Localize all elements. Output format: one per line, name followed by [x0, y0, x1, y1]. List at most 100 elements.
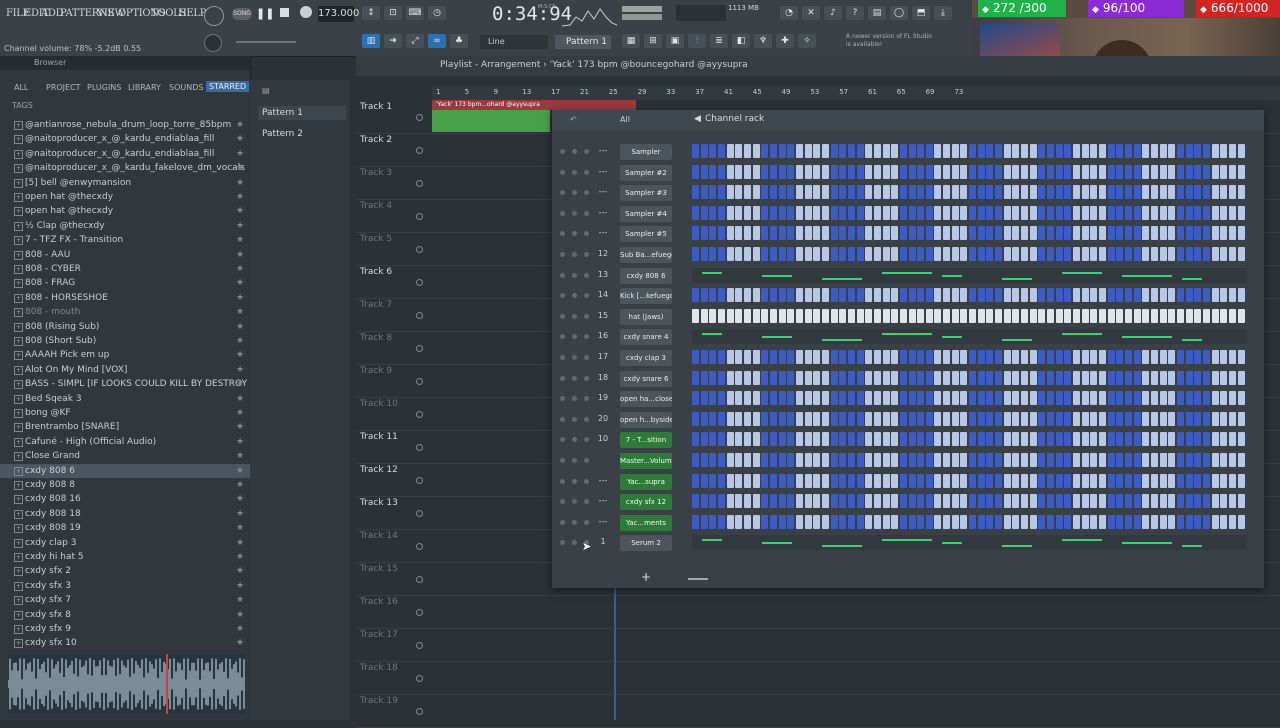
- step-button[interactable]: [873, 370, 881, 385]
- step-button[interactable]: [1150, 144, 1158, 158]
- step-button[interactable]: [743, 164, 751, 179]
- step-button[interactable]: [1176, 391, 1184, 406]
- step-button[interactable]: [1012, 514, 1020, 529]
- step-button[interactable]: [1220, 226, 1228, 241]
- step-button[interactable]: [795, 453, 803, 467]
- step-sequencer[interactable]: [692, 185, 1247, 200]
- step-button[interactable]: [865, 453, 873, 467]
- step-button[interactable]: [1125, 453, 1132, 467]
- step-button[interactable]: [813, 164, 821, 179]
- step-button[interactable]: [925, 370, 933, 385]
- step-button[interactable]: [761, 205, 769, 220]
- step-button[interactable]: [865, 247, 873, 261]
- step-button[interactable]: [1064, 350, 1072, 364]
- step-button[interactable]: [717, 473, 725, 488]
- step-button[interactable]: [1038, 453, 1046, 467]
- channel-name-button[interactable]: Sampler: [620, 144, 672, 160]
- step-button[interactable]: [899, 350, 907, 364]
- step-button[interactable]: [917, 144, 925, 158]
- update-notice[interactable]: A newer version of FL Studio is availabl…: [846, 33, 938, 49]
- step-button[interactable]: [787, 370, 795, 385]
- step-button[interactable]: [986, 411, 994, 426]
- expand-icon[interactable]: +: [14, 164, 23, 174]
- step-button[interactable]: [726, 350, 734, 364]
- step-button[interactable]: [1194, 432, 1202, 447]
- step-button[interactable]: [778, 205, 786, 220]
- step-button[interactable]: [865, 185, 873, 200]
- step-button[interactable]: [977, 514, 985, 529]
- step-button[interactable]: [735, 514, 743, 529]
- step-button[interactable]: [1237, 247, 1245, 261]
- step-button[interactable]: [735, 247, 743, 261]
- browser-tab-plugins[interactable]: PLUGINS: [87, 83, 121, 92]
- step-button[interactable]: [1116, 473, 1124, 488]
- rack-menu-icon[interactable]: ↶: [570, 115, 577, 124]
- step-button[interactable]: [977, 473, 985, 488]
- step-button[interactable]: [1073, 288, 1081, 303]
- step-button[interactable]: [951, 308, 959, 323]
- step-button[interactable]: [1090, 411, 1098, 426]
- step-button[interactable]: [1185, 514, 1193, 529]
- step-button[interactable]: [847, 494, 855, 509]
- step-button[interactable]: [692, 226, 699, 241]
- mixer-track-number[interactable]: ---: [596, 187, 610, 196]
- step-button[interactable]: [960, 370, 968, 385]
- pan-knob-icon[interactable]: [572, 478, 577, 484]
- pattern-song-toggle[interactable]: SONG: [232, 8, 252, 20]
- step-button[interactable]: [821, 185, 829, 200]
- pan-knob-icon[interactable]: [572, 190, 577, 196]
- volume-knob-icon[interactable]: [584, 210, 589, 216]
- step-button[interactable]: [873, 247, 881, 261]
- step-button[interactable]: [1099, 370, 1107, 385]
- step-button[interactable]: [1047, 308, 1055, 323]
- step-button[interactable]: [769, 473, 777, 488]
- step-button[interactable]: [1142, 432, 1150, 447]
- step-button[interactable]: [882, 494, 890, 509]
- channel-name-button[interactable]: Yac...supra: [620, 473, 672, 490]
- step-button[interactable]: [891, 247, 899, 261]
- step-button[interactable]: [752, 288, 760, 303]
- step-button[interactable]: [769, 205, 777, 220]
- step-button[interactable]: [986, 185, 994, 200]
- step-button[interactable]: [1099, 164, 1107, 179]
- volume-knob-icon[interactable]: [584, 375, 589, 381]
- step-button[interactable]: [908, 411, 916, 426]
- step-button[interactable]: [1107, 288, 1115, 303]
- step-button[interactable]: [1012, 453, 1020, 467]
- browser-tab-starred[interactable]: STARRED: [206, 81, 250, 92]
- step-button[interactable]: [743, 144, 751, 158]
- step-button[interactable]: [1073, 205, 1081, 220]
- track-mute-led[interactable]: [416, 147, 423, 154]
- step-button[interactable]: [1211, 185, 1219, 200]
- step-button[interactable]: [1003, 391, 1011, 406]
- step-button[interactable]: [692, 350, 699, 364]
- step-button[interactable]: [1081, 185, 1089, 200]
- step-button[interactable]: [830, 185, 838, 200]
- step-button[interactable]: [1150, 514, 1158, 529]
- channel-name-button[interactable]: Sampler #4: [620, 205, 672, 222]
- step-button[interactable]: [726, 205, 734, 220]
- step-sequencer[interactable]: [692, 288, 1247, 303]
- step-button[interactable]: [1125, 514, 1132, 529]
- step-button[interactable]: [865, 205, 873, 220]
- expand-icon[interactable]: +: [14, 221, 23, 231]
- browser-tab-sounds[interactable]: SOUNDS: [169, 83, 203, 92]
- step-button[interactable]: [1185, 185, 1193, 200]
- expand-icon[interactable]: +: [14, 495, 23, 505]
- step-button[interactable]: [934, 247, 942, 261]
- step-button[interactable]: [692, 453, 699, 467]
- star-icon[interactable]: ★: [236, 507, 244, 521]
- step-button[interactable]: [1211, 144, 1219, 158]
- step-button[interactable]: [882, 370, 890, 385]
- step-button[interactable]: [1038, 350, 1046, 364]
- save-icon[interactable]: ▤: [868, 6, 886, 20]
- step-button[interactable]: [1021, 164, 1029, 179]
- star-icon[interactable]: ★: [236, 406, 244, 420]
- step-button[interactable]: [1142, 185, 1150, 200]
- star-icon[interactable]: ★: [236, 449, 244, 463]
- step-button[interactable]: [1142, 473, 1150, 488]
- expand-icon[interactable]: +: [14, 279, 23, 289]
- step-button[interactable]: [1090, 453, 1098, 467]
- countdown-icon[interactable]: ◷: [428, 6, 446, 20]
- step-button[interactable]: [1159, 494, 1167, 509]
